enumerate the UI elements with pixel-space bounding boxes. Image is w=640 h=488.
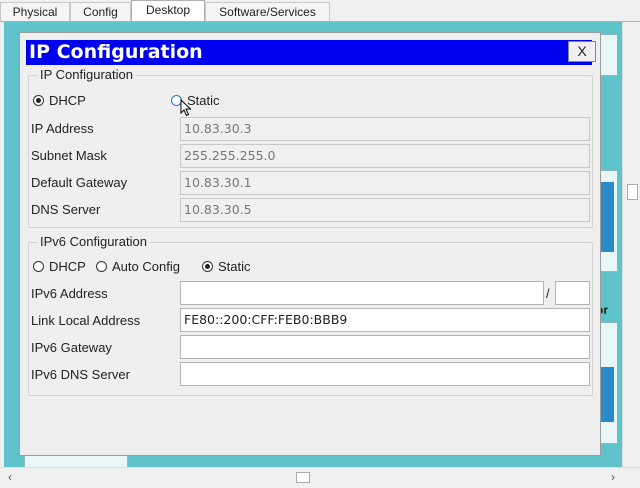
link-local-address-field[interactable]: FE80::200:CFF:FEB0:BBB9 bbox=[180, 308, 590, 332]
ipv6-static-label: Static bbox=[218, 259, 251, 274]
radio-unselected-icon bbox=[96, 261, 107, 272]
ipv4-group: IP Configuration DHCP Static IP Address … bbox=[28, 67, 593, 228]
ipv6-dns-server-label: IPv6 DNS Server bbox=[31, 367, 130, 382]
dialog-titlebar: IP Configuration X bbox=[26, 40, 596, 65]
ipv6-dns-server-field[interactable] bbox=[180, 362, 590, 386]
default-gateway-label: Default Gateway bbox=[31, 175, 128, 190]
ipv6-dhcp-label: DHCP bbox=[49, 259, 86, 274]
ipv6-group: IPv6 Configuration DHCP Auto Config Stat… bbox=[28, 234, 593, 396]
ipv4-dhcp-radio[interactable]: DHCP bbox=[33, 93, 86, 108]
ipv4-dhcp-label: DHCP bbox=[49, 93, 86, 108]
tab-config[interactable]: Config bbox=[70, 2, 131, 21]
tab-desktop[interactable]: Desktop bbox=[131, 0, 205, 22]
ipv6-auto-config-radio[interactable]: Auto Config bbox=[96, 259, 180, 274]
default-gateway-field[interactable]: 10.83.30.1 bbox=[180, 171, 590, 195]
tab-bar: Physical Config Desktop Software/Service… bbox=[0, 0, 640, 22]
ipv6-group-legend: IPv6 Configuration bbox=[37, 234, 150, 249]
subnet-mask-label: Subnet Mask bbox=[31, 148, 107, 163]
tab-software-services[interactable]: Software/Services bbox=[205, 2, 330, 21]
ipv6-prefix-length-field[interactable] bbox=[555, 281, 590, 305]
dns-server-field[interactable]: 10.83.30.5 bbox=[180, 198, 590, 222]
ipv6-address-label: IPv6 Address bbox=[31, 286, 108, 301]
subnet-mask-field[interactable]: 255.255.255.0 bbox=[180, 144, 590, 168]
ipv4-group-legend: IP Configuration bbox=[37, 67, 136, 82]
ipv6-gateway-field[interactable] bbox=[180, 335, 590, 359]
prefix-slash: / bbox=[546, 286, 550, 301]
dialog-title: IP Configuration bbox=[29, 41, 203, 63]
link-local-address-label: Link Local Address bbox=[31, 313, 141, 328]
ipv6-static-radio[interactable]: Static bbox=[202, 259, 251, 274]
ipv6-dhcp-radio[interactable]: DHCP bbox=[33, 259, 86, 274]
ip-address-label: IP Address bbox=[31, 121, 94, 136]
close-button[interactable]: X bbox=[568, 41, 596, 62]
radio-selected-icon bbox=[33, 95, 44, 106]
ipv4-static-radio[interactable]: Static bbox=[171, 93, 220, 108]
dns-server-label: DNS Server bbox=[31, 202, 101, 217]
vertical-scrollbar[interactable] bbox=[622, 22, 640, 467]
scroll-right-arrow-icon[interactable]: › bbox=[606, 470, 620, 484]
ipv6-auto-config-label: Auto Config bbox=[112, 259, 180, 274]
ip-configuration-dialog: IP Configuration X IP Configuration DHCP… bbox=[19, 32, 601, 456]
ipv6-gateway-label: IPv6 Gateway bbox=[31, 340, 112, 355]
ip-address-field[interactable]: 10.83.30.3 bbox=[180, 117, 590, 141]
radio-selected-icon bbox=[202, 261, 213, 272]
tab-physical[interactable]: Physical bbox=[0, 2, 70, 21]
horizontal-scroll-thumb[interactable] bbox=[296, 472, 310, 483]
horizontal-scrollbar[interactable]: ‹ › bbox=[0, 467, 640, 488]
mouse-pointer-icon bbox=[180, 99, 192, 117]
ipv6-address-field[interactable] bbox=[180, 281, 544, 305]
radio-unselected-icon bbox=[33, 261, 44, 272]
vertical-scroll-thumb[interactable] bbox=[627, 184, 638, 200]
scroll-left-arrow-icon[interactable]: ‹ bbox=[3, 470, 17, 484]
